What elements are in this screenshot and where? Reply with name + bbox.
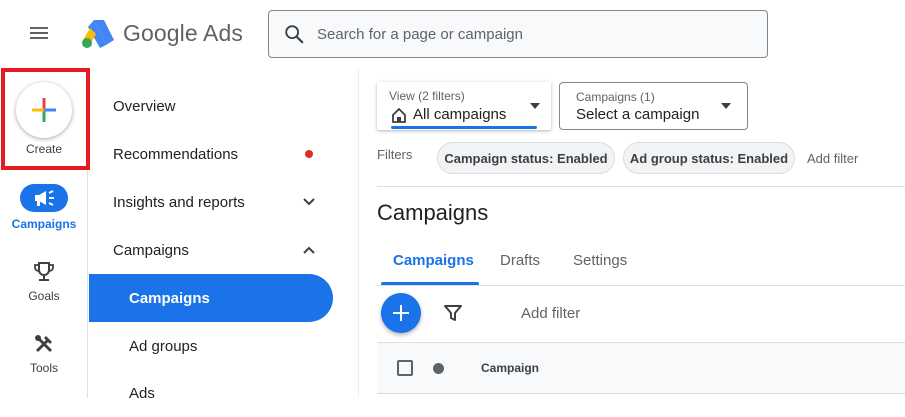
caret-down-icon <box>530 103 540 109</box>
divider <box>377 186 905 187</box>
add-campaign-button[interactable] <box>381 293 421 333</box>
view-selector-caption: View (2 filters) <box>389 89 465 103</box>
notification-dot <box>305 150 313 158</box>
nav-item-label: Campaigns <box>129 289 210 307</box>
nav-item-label: Ads <box>129 384 155 402</box>
rail-goals-label[interactable]: Goals <box>0 289 88 303</box>
search-placeholder: Search for a page or campaign <box>317 25 523 43</box>
nav-item-label: Ad groups <box>129 337 198 355</box>
filter-icon[interactable] <box>443 304 463 322</box>
plus-icon <box>32 98 56 122</box>
brand-ads: Ads <box>203 20 243 46</box>
view-selector[interactable]: View (2 filters) All campaigns <box>377 82 551 130</box>
caret-down-icon <box>721 103 731 109</box>
view-selector-value: All campaigns <box>413 106 507 123</box>
tools-icon[interactable] <box>33 333 55 355</box>
add-filter-link[interactable]: Add filter <box>807 151 858 166</box>
tab-campaigns[interactable]: Campaigns <box>393 252 474 269</box>
nav-item-label: Overview <box>113 97 176 115</box>
nav-item-overview[interactable]: Overview <box>89 82 333 130</box>
tab-drafts[interactable]: Drafts <box>500 252 540 269</box>
table-add-filter[interactable]: Add filter <box>521 305 580 322</box>
campaign-selector[interactable]: Campaigns (1) Select a campaign <box>559 82 748 130</box>
nav-item-label: Insights and reports <box>113 193 245 211</box>
divider <box>377 393 905 394</box>
campaign-selector-caption: Campaigns (1) <box>576 90 655 104</box>
chevron-up-icon[interactable] <box>301 242 317 258</box>
filter-chip-ad-group-status[interactable]: Ad group status: Enabled <box>623 142 795 174</box>
filter-chip-campaign-status[interactable]: Campaign status: Enabled <box>437 142 615 174</box>
nav-item-insights-and-reports[interactable]: Insights and reports <box>89 178 333 226</box>
rail-campaigns-label[interactable]: Campaigns <box>0 217 88 231</box>
nav-subitem-ad-groups[interactable]: Ad groups <box>89 322 333 370</box>
home-icon <box>392 107 406 123</box>
tab-settings[interactable]: Settings <box>573 252 627 269</box>
column-header-campaign[interactable]: Campaign <box>481 361 539 375</box>
select-all-checkbox[interactable] <box>397 360 413 376</box>
main-menu-button[interactable] <box>30 24 58 44</box>
google-ads-logo <box>82 20 114 48</box>
create-button[interactable] <box>16 82 72 138</box>
nav-item-recommendations[interactable]: Recommendations <box>89 130 333 178</box>
trophy-icon[interactable] <box>33 261 55 283</box>
search-icon <box>285 25 304 44</box>
nav-subitem-ads[interactable]: Ads <box>89 369 333 417</box>
chevron-down-icon[interactable] <box>301 194 317 210</box>
filters-label: Filters <box>377 147 413 162</box>
rail-campaigns-button[interactable] <box>20 184 68 212</box>
search-bar[interactable]: Search for a page or campaign <box>268 10 768 58</box>
brand-google: Google <box>123 20 198 46</box>
create-label: Create <box>25 142 63 156</box>
rail-tools-label[interactable]: Tools <box>0 361 88 375</box>
product-title: Google Ads <box>123 20 243 47</box>
nav-subitem-campaigns[interactable]: Campaigns <box>89 274 333 322</box>
nav-item-label: Recommendations <box>113 145 239 163</box>
nav-item-label: Campaigns <box>113 241 189 259</box>
table-header-row <box>377 343 905 393</box>
megaphone-icon <box>35 190 54 206</box>
campaign-selector-value: Select a campaign <box>576 106 700 123</box>
status-column-icon <box>433 363 444 374</box>
nav-item-campaigns[interactable]: Campaigns <box>89 226 333 274</box>
page-title: Campaigns <box>377 200 489 225</box>
plus-icon <box>393 305 409 321</box>
view-selector-underline <box>391 126 537 129</box>
